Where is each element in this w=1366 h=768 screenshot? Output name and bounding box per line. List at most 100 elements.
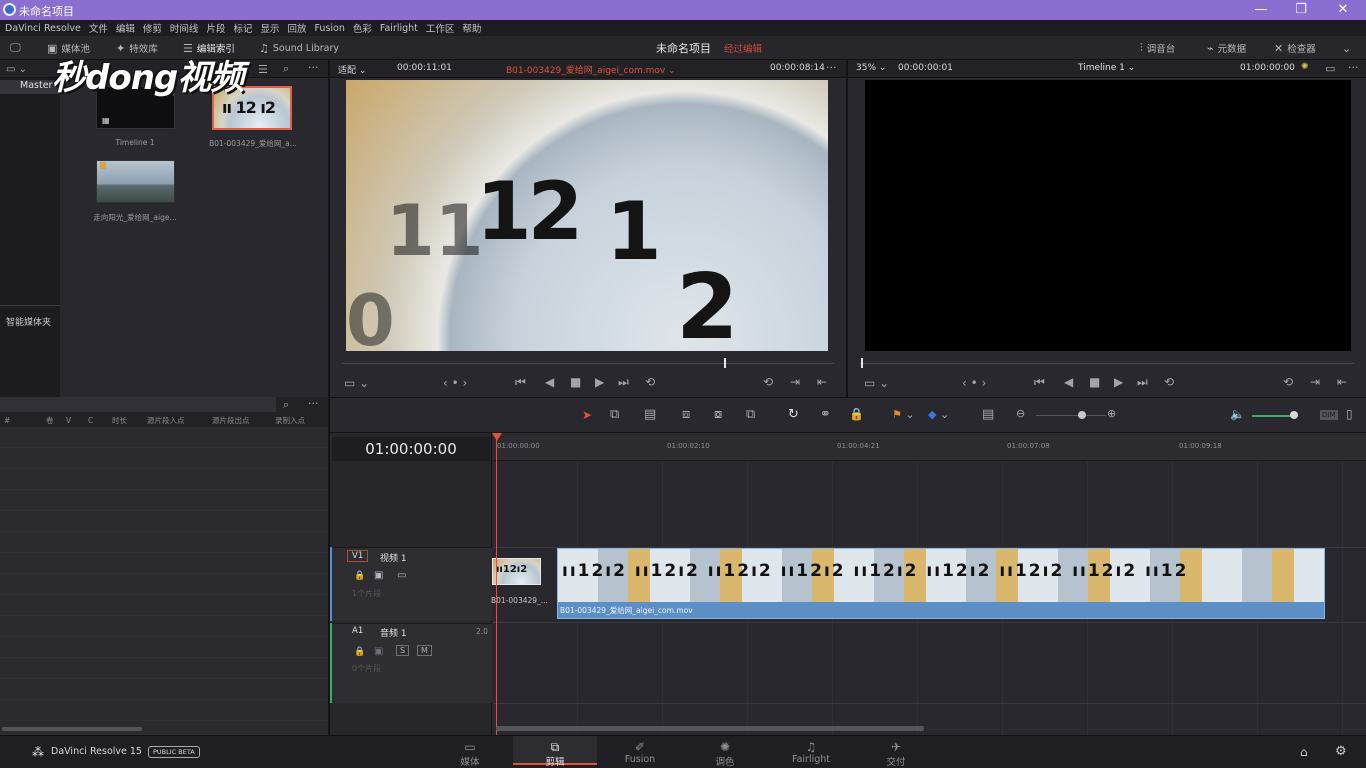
lock-icon[interactable]: 🔒 bbox=[354, 647, 365, 657]
zoom-slider-handle[interactable] bbox=[1078, 411, 1086, 419]
mixer-button[interactable]: ⫶ 调音台 bbox=[1140, 40, 1175, 56]
restore-icon[interactable]: ❐ bbox=[1281, 0, 1321, 20]
a1-destination-button[interactable]: A1 bbox=[352, 626, 363, 636]
menu-playback[interactable]: 回放 bbox=[287, 21, 306, 35]
timeline-ruler[interactable] bbox=[493, 433, 1366, 461]
more-icon[interactable]: ··· bbox=[308, 397, 319, 410]
loop-icon[interactable]: ⟲ bbox=[1164, 375, 1174, 389]
source-playhead[interactable] bbox=[724, 358, 726, 368]
menu-app[interactable]: DaVinci Resolve bbox=[5, 23, 81, 34]
snapping-icon[interactable]: ↻ bbox=[788, 407, 799, 422]
col-rec-in[interactable]: 录制入点 bbox=[275, 415, 315, 426]
volume-handle[interactable] bbox=[1290, 411, 1298, 419]
timeline-view-icon[interactable]: ▤ bbox=[982, 407, 994, 422]
col-number[interactable]: # bbox=[0, 416, 46, 425]
more-icon[interactable]: ··· bbox=[308, 61, 319, 74]
more-icon[interactable]: ··· bbox=[1348, 61, 1359, 74]
col-c[interactable]: C bbox=[88, 416, 112, 425]
dragged-clip-thumbnail[interactable]: ıı12ı2 bbox=[492, 558, 541, 585]
blade-tool-icon[interactable]: ▤ bbox=[644, 407, 656, 422]
edit-index-filter[interactable] bbox=[0, 397, 276, 412]
viewer-mode-icon[interactable]: ▭ ⌄ bbox=[344, 376, 369, 390]
menu-color[interactable]: 色彩 bbox=[353, 21, 372, 35]
volume-icon[interactable]: 🔈 bbox=[1230, 407, 1245, 421]
mark-out-icon[interactable]: ⇥ bbox=[790, 375, 800, 389]
link-icon[interactable]: ⚭ bbox=[820, 407, 831, 422]
home-icon[interactable]: ⌂ bbox=[1300, 745, 1308, 759]
monitor-icon[interactable]: 🖵 bbox=[10, 40, 21, 56]
menu-workspace[interactable]: 工作区 bbox=[426, 21, 455, 35]
jog-icon[interactable]: ‹ • › bbox=[962, 376, 986, 390]
meter-icon[interactable]: ▯ bbox=[1346, 407, 1353, 421]
solo-button[interactable]: S bbox=[396, 645, 410, 656]
trim-tool-icon[interactable]: ⧉ bbox=[610, 407, 619, 422]
timeline-dropdown[interactable]: Timeline 1 ⌄ bbox=[1078, 63, 1135, 73]
zoom-out-icon[interactable]: ⊖ bbox=[1016, 407, 1025, 420]
jog-icon[interactable]: ‹ • › bbox=[443, 376, 467, 390]
sound-library-button[interactable]: ♫ Sound Library bbox=[259, 40, 339, 56]
lock-icon[interactable]: 🔒 bbox=[849, 407, 864, 421]
source-clip-name[interactable]: B01-003429_爱给网_aigei_com.mov ⌄ bbox=[506, 63, 676, 76]
more-icon[interactable]: ··· bbox=[826, 61, 837, 74]
menu-fusion[interactable]: Fusion bbox=[314, 23, 344, 34]
color-icon[interactable]: ✺ bbox=[1301, 62, 1309, 72]
flag-icon[interactable]: ⚑ ⌄ bbox=[892, 408, 915, 421]
col-duration[interactable]: 时长 bbox=[112, 415, 147, 426]
menu-clip[interactable]: 片段 bbox=[206, 21, 225, 35]
menu-edit[interactable]: 编辑 bbox=[116, 21, 135, 35]
inspector-button[interactable]: ✕ 检查器 bbox=[1274, 40, 1316, 56]
close-icon[interactable]: ✕ bbox=[1323, 0, 1363, 20]
insert-clip-icon[interactable]: ⧈ bbox=[682, 407, 690, 422]
page-color[interactable]: ✺ 调色 bbox=[683, 740, 767, 768]
bin-master[interactable]: Master bbox=[0, 80, 60, 94]
horizontal-scrollbar[interactable] bbox=[2, 727, 142, 731]
metadata-button[interactable]: ⌁ 元数据 bbox=[1207, 40, 1246, 56]
skip-end-icon[interactable]: ⏭ bbox=[618, 375, 629, 390]
v1-clip[interactable]: ıı12ı2 ıı12ı2 ıı12ı2 ıı12ı2 ıı12ı2 ıı12ı… bbox=[557, 548, 1325, 619]
play-reverse-icon[interactable]: ◀ bbox=[545, 375, 554, 389]
menu-trim[interactable]: 修剪 bbox=[143, 21, 162, 35]
replace-clip-icon[interactable]: ⧉ bbox=[746, 407, 755, 422]
auto-select-icon[interactable]: ▣ bbox=[374, 646, 383, 657]
marker-icon[interactable]: ◆ ⌄ bbox=[928, 408, 949, 421]
bin-view-icon[interactable]: ▭ ⌄ bbox=[6, 64, 27, 75]
menu-help[interactable]: 帮助 bbox=[462, 21, 481, 35]
stop-icon[interactable]: ■ bbox=[570, 375, 581, 389]
menu-timeline[interactable]: 时间线 bbox=[170, 21, 199, 35]
menu-mark[interactable]: 标记 bbox=[233, 21, 252, 35]
program-playhead[interactable] bbox=[861, 358, 863, 368]
gear-icon[interactable]: ⚙ bbox=[1335, 744, 1347, 759]
skip-start-icon[interactable]: ⏮ bbox=[1034, 375, 1045, 390]
skip-end-icon[interactable]: ⏭ bbox=[1137, 375, 1148, 390]
zoom-in-icon[interactable]: ⊕ bbox=[1107, 407, 1116, 420]
list-view-icon[interactable]: ☰ bbox=[258, 63, 268, 76]
timeline-scrollbar[interactable] bbox=[496, 726, 924, 731]
col-reel[interactable]: 卷 bbox=[46, 415, 66, 426]
zoom-slider[interactable] bbox=[1036, 415, 1106, 416]
stop-icon[interactable]: ■ bbox=[1089, 375, 1100, 389]
play-icon[interactable]: ▶ bbox=[595, 375, 604, 389]
dim-button[interactable]: DIM bbox=[1320, 410, 1338, 420]
chevron-down-icon[interactable]: ⌄ bbox=[1342, 40, 1351, 56]
source-scrubber[interactable] bbox=[342, 363, 834, 364]
menu-fairlight[interactable]: Fairlight bbox=[380, 23, 418, 34]
col-src-out[interactable]: 源片段出点 bbox=[212, 415, 275, 426]
page-deliver[interactable]: ✈ 交付 bbox=[854, 740, 938, 768]
menu-file[interactable]: 文件 bbox=[89, 21, 108, 35]
play-icon[interactable]: ▶ bbox=[1114, 375, 1123, 389]
col-v[interactable]: V bbox=[66, 416, 88, 425]
skip-start-icon[interactable]: ⏮ bbox=[515, 375, 526, 390]
menu-view[interactable]: 显示 bbox=[260, 21, 279, 35]
page-fusion[interactable]: ✐ Fusion bbox=[598, 740, 682, 765]
sunlight-clip-thumbnail[interactable] bbox=[96, 160, 175, 203]
match-frame-icon[interactable]: ⟲ bbox=[1283, 375, 1293, 389]
page-media[interactable]: ▭ 媒体 bbox=[428, 740, 512, 768]
search-icon[interactable]: ⌕ bbox=[283, 398, 289, 412]
zoom-dropdown[interactable]: 35% ⌄ bbox=[856, 63, 886, 73]
viewer-mode-icon[interactable]: ▭ ⌄ bbox=[864, 376, 889, 390]
play-reverse-icon[interactable]: ◀ bbox=[1064, 375, 1073, 389]
loop-icon[interactable]: ⟲ bbox=[645, 375, 655, 389]
viewer-layout-icon[interactable]: ▭ bbox=[1325, 62, 1335, 75]
program-scrubber[interactable] bbox=[860, 363, 1354, 364]
search-icon[interactable]: ⌕ bbox=[283, 62, 289, 76]
